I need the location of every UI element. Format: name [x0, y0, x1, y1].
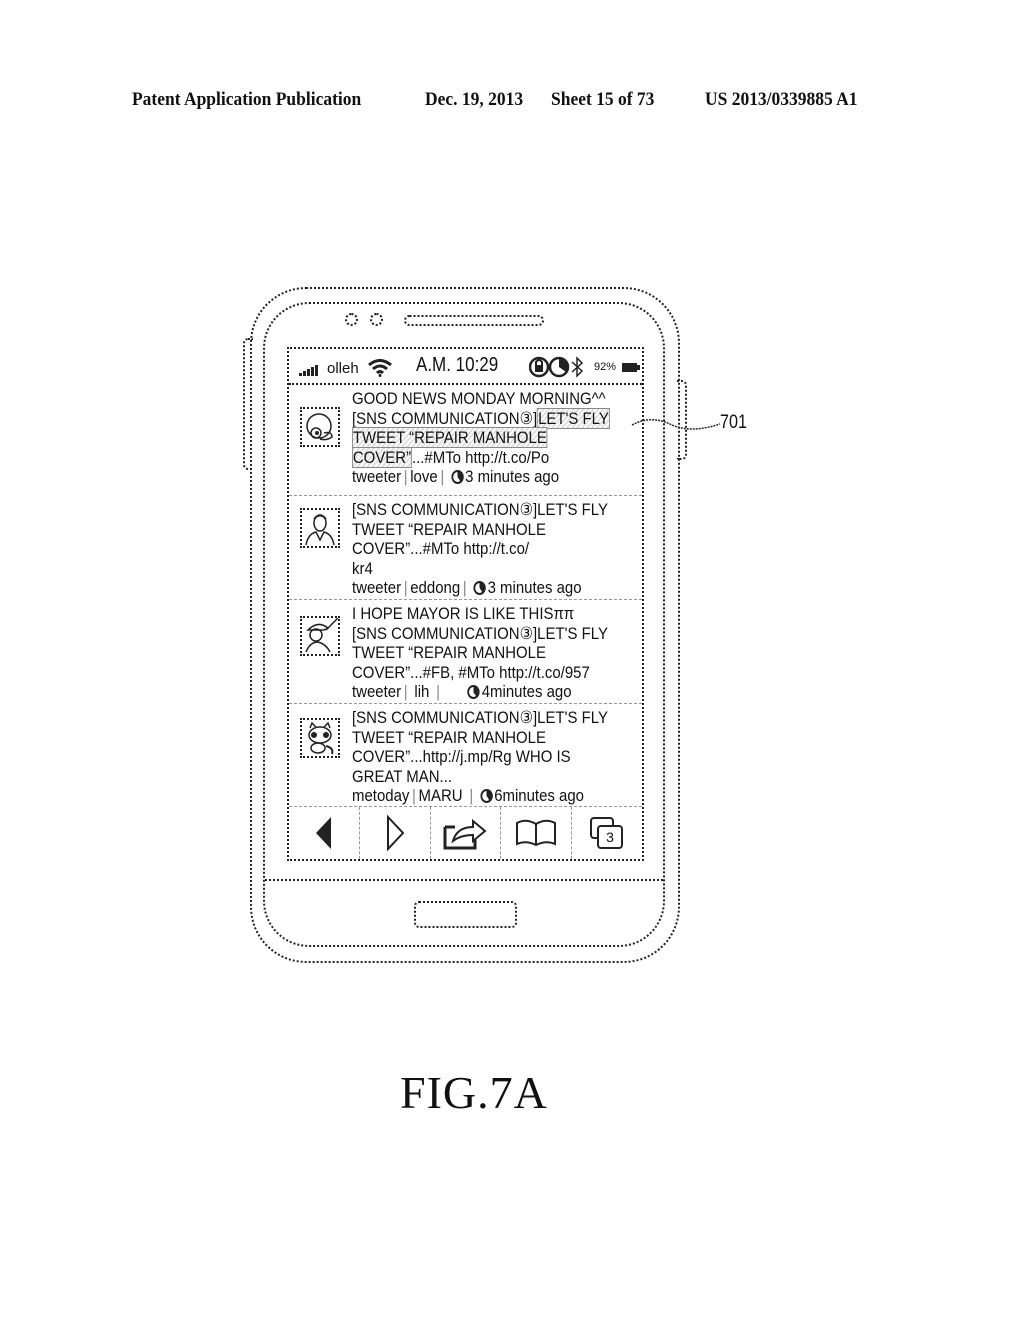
feed-line: COVER”...http://j.mp/Rg WHO IS [352, 747, 571, 766]
forward-arrow-icon [386, 815, 405, 851]
phone-screen: olleh A.M. 10:29 92% GOOD NEWS MONDAY MO… [287, 347, 644, 861]
speaker-grille [404, 315, 544, 326]
home-button[interactable] [414, 901, 517, 928]
feed-line: GREAT MAN... [352, 766, 453, 786]
user-name[interactable]: MARU [419, 786, 463, 805]
clock-icon [467, 685, 480, 699]
source-name: metoday [352, 786, 410, 805]
signal-bars-icon [299, 365, 318, 376]
feed-item-text: [SNS COMMUNICATION③]LET'S FLY TWEET “REP… [352, 708, 608, 806]
bezel-divider [265, 879, 663, 881]
publication-date: Dec. 19, 2013 [425, 89, 524, 110]
man-in-suit-avatar-icon [300, 508, 340, 548]
user-name[interactable]: lih [414, 682, 429, 701]
feed-meta: metoday | MARU | 6minutes ago [352, 786, 585, 805]
lock-rotate-icon [529, 356, 550, 378]
feed-item-text: GOOD NEWS MONDAY MORNING^^ [SNS COMMUNIC… [352, 389, 610, 487]
source-name: tweeter [352, 578, 402, 597]
bookmark-button[interactable] [501, 807, 573, 859]
feed-line: ...#MTo http://t.co/Po [411, 447, 550, 467]
feed-line: [SNS COMMUNICATION③]LET'S FLY [352, 623, 608, 643]
battery-percent: 92% [594, 361, 617, 373]
man-with-hat-avatar-icon [300, 616, 340, 656]
patent-number: US 2013/0339885 A1 [705, 89, 858, 110]
status-icons [529, 356, 584, 378]
windows-button[interactable]: 3 [572, 807, 642, 859]
feed-meta: tweeter | eddong | 3 minutes ago [352, 578, 582, 597]
post-time: 3 minutes ago [465, 467, 560, 486]
camera-icon [370, 313, 383, 326]
selected-text-highlight[interactable]: COVER” [352, 446, 412, 468]
feed-item-text: I HOPE MAYOR IS LIKE THISππ [SNS COMMUNI… [352, 604, 608, 702]
feed-line: TWEET “REPAIR MANHOLE [352, 519, 546, 539]
sensor-icon [345, 313, 358, 326]
publication-title: Patent Application Publication [132, 89, 362, 110]
reference-numeral: 701 [720, 412, 747, 433]
callout-leader-line [631, 419, 721, 430]
sheet-number: Sheet 15 of 73 [551, 89, 655, 110]
feed-item[interactable]: [SNS COMMUNICATION③]LET'S FLY TWEET “REP… [289, 704, 642, 809]
feed-item-text: [SNS COMMUNICATION③]LET'S FLY TWEET “REP… [352, 500, 608, 598]
post-time: 3 minutes ago [487, 578, 582, 597]
selected-text-highlight[interactable]: LET'S FLY [537, 407, 610, 429]
forward-button[interactable] [360, 807, 431, 859]
feed-line: COVER”...#FB, #MTo http://t.co/957 [352, 662, 590, 682]
raccoon-avatar-icon [300, 718, 340, 758]
feed-meta: tweeter | love | 3 minutes ago [352, 467, 560, 486]
feed-line: GOOD NEWS MONDAY MORNING^^ [352, 389, 606, 408]
wifi-icon [368, 359, 392, 377]
user-name[interactable]: eddong [410, 578, 460, 597]
feed-line: kr4 [352, 558, 373, 578]
post-time: 6minutes ago [494, 786, 585, 805]
window-count-badge: 3 [597, 825, 624, 849]
clock-icon [548, 356, 570, 378]
status-time: A.M. 10:29 [416, 354, 499, 376]
post-time: 4minutes ago [481, 682, 572, 701]
feed-line: [SNS COMMUNICATION③]LET'S FLY [352, 708, 608, 727]
user-name[interactable]: love [410, 467, 437, 486]
figure-label: FIG.7A [400, 1067, 548, 1118]
book-icon [516, 819, 557, 847]
feed-line: [SNS COMMUNICATION③]LET'S FLY [352, 500, 608, 519]
back-button[interactable] [289, 807, 360, 859]
clock-icon [480, 789, 493, 803]
selected-text-highlight[interactable]: TWEET “REPAIR MANHOLE [352, 427, 548, 448]
feed-line: TWEET “REPAIR MANHOLE [352, 727, 546, 747]
carrier-name: olleh [327, 360, 359, 377]
duck-avatar-icon [300, 407, 340, 447]
source-name: tweeter [352, 467, 402, 486]
status-bar: olleh A.M. 10:29 92% [289, 349, 642, 385]
feed-line: COVER”...#MTo http://t.co/ [352, 539, 530, 558]
clock-icon [451, 470, 464, 484]
feed-item[interactable]: I HOPE MAYOR IS LIKE THISππ [SNS COMMUNI… [289, 600, 642, 704]
feed-line: TWEET “REPAIR MANHOLE [352, 643, 546, 662]
feed-item[interactable]: GOOD NEWS MONDAY MORNING^^ [SNS COMMUNIC… [289, 385, 642, 496]
bluetooth-icon [571, 356, 584, 378]
clock-icon [473, 581, 486, 595]
feed-line: I HOPE MAYOR IS LIKE THISππ [352, 604, 575, 623]
back-arrow-icon [315, 817, 331, 849]
feed-line: [SNS COMMUNICATION③] [352, 408, 538, 428]
windows-icon: 3 [590, 817, 624, 849]
share-button[interactable] [431, 807, 502, 859]
feed-meta: tweeter | lih | 4minutes ago [352, 682, 572, 701]
share-icon [443, 818, 488, 850]
source-name: tweeter [352, 682, 402, 701]
feed-item[interactable]: [SNS COMMUNICATION③]LET'S FLY TWEET “REP… [289, 496, 642, 600]
battery-icon [622, 363, 640, 372]
bottom-nav-bar: 3 [289, 806, 642, 859]
